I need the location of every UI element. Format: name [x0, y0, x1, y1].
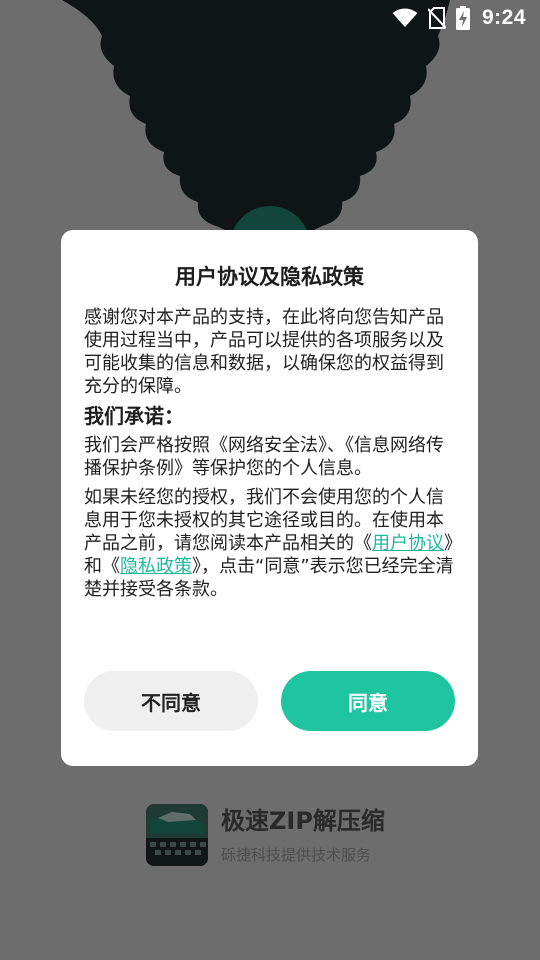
dialog-body: 感谢您对本产品的支持，在此将向您告知产品使用过程当中，产品可以提供的各项服务以及… — [84, 306, 455, 601]
dialog-title: 用户协议及隐私政策 — [175, 265, 364, 289]
consent-text: 如果未经您的授权，我们不会使用您的个人信息用于您未授权的其它途径或目的。在使用本… — [84, 486, 455, 601]
agree-button[interactable]: 同意 — [281, 671, 455, 731]
promise-heading: 我们承诺： — [84, 404, 184, 428]
brand-text: 极速ZIP解压缩 砾捷科技提供技术服务 — [221, 804, 385, 866]
agreement-dialog: 用户协议及隐私政策 感谢您对本产品的支持，在此将向您告知产品使用过程当中，产品可… — [61, 230, 478, 766]
privacy-policy-link[interactable]: 隐私政策 — [120, 556, 192, 577]
status-time: 9:24 — [481, 6, 526, 29]
dialog-buttons: 不同意 同意 — [84, 671, 455, 731]
disagree-button[interactable]: 不同意 — [84, 671, 258, 731]
battery-charging-icon — [455, 6, 470, 30]
app-logo — [146, 804, 208, 866]
no-sim-icon — [427, 7, 446, 29]
app-name: 极速ZIP解压缩 — [221, 807, 385, 835]
app-subtitle: 砾捷科技提供技术服务 — [221, 846, 372, 864]
status-bar: 9:24 — [0, 0, 540, 36]
intro-text: 感谢您对本产品的支持，在此将向您告知产品使用过程当中，产品可以提供的各项服务以及… — [84, 307, 444, 397]
app-branding: 极速ZIP解压缩 砾捷科技提供技术服务 — [146, 804, 385, 866]
promise-text: 我们会严格按照《网络安全法》、《信息网络传播保护条例》等保护您的个人信息。 — [84, 435, 444, 479]
wifi-icon — [392, 8, 418, 28]
user-agreement-link[interactable]: 用户协议 — [372, 533, 444, 554]
